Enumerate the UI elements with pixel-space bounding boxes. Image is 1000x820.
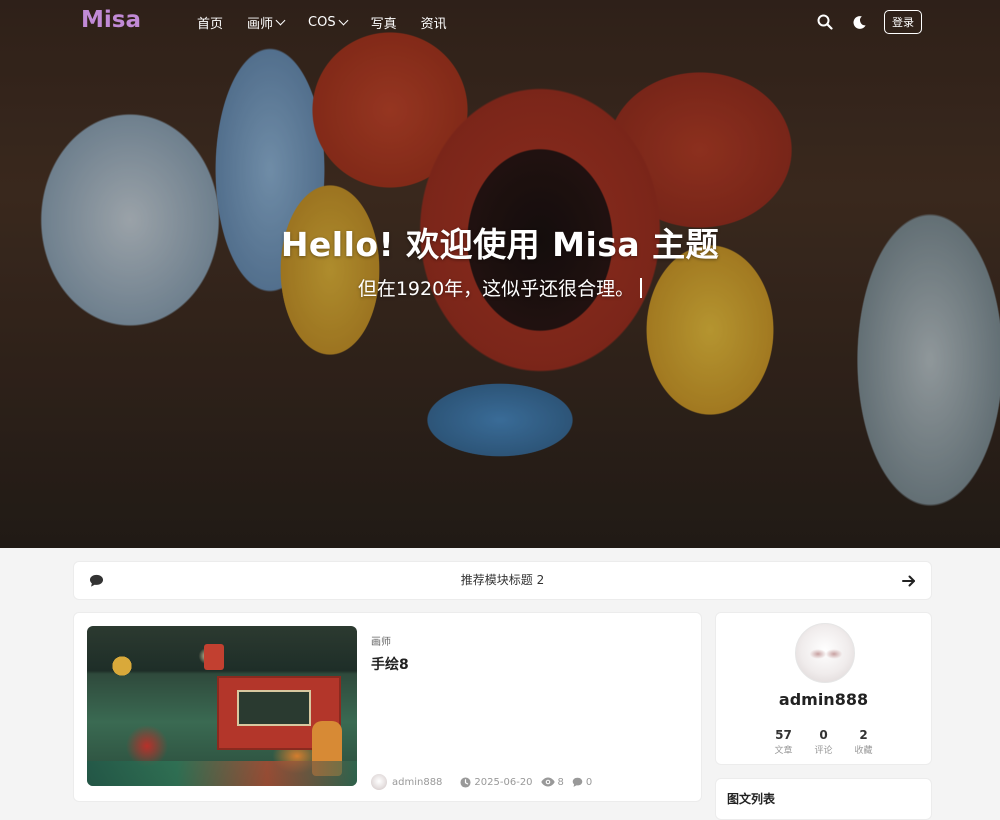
login-button[interactable]: 登录	[884, 10, 922, 34]
search-icon[interactable]	[814, 11, 836, 33]
stat-number: 0	[819, 728, 828, 742]
hero-title: Hello! 欢迎使用 Misa 主题	[280, 225, 720, 264]
stat-number: 57	[775, 728, 792, 742]
post-author[interactable]: admin888	[371, 774, 442, 790]
avatar	[371, 774, 387, 790]
post-category[interactable]: 画师	[371, 633, 391, 648]
menu-item-news[interactable]: 资讯	[421, 13, 447, 32]
thumb-lantern	[204, 644, 224, 670]
post-thumbnail[interactable]	[87, 626, 357, 786]
stat-comments: 0 评论	[814, 728, 832, 756]
recommend-title: 推荐模块标题 2	[460, 573, 545, 587]
menu-item-label: COS	[308, 15, 336, 30]
profile-username[interactable]: admin888	[716, 690, 931, 709]
comment-icon	[572, 777, 583, 787]
menu-item-photo[interactable]: 写真	[371, 13, 397, 32]
post-meta: admin888 2025-06-20 8 0	[371, 774, 592, 790]
menu-item-home[interactable]: 首页	[197, 13, 223, 32]
chevron-down-icon	[338, 15, 349, 26]
profile-stats: 57 文章 0 评论 2 收藏	[716, 728, 931, 756]
clock-icon	[460, 776, 471, 788]
stat-favorites: 2 收藏	[855, 728, 873, 756]
post-comments-count: 0	[585, 776, 593, 788]
avatar[interactable]	[795, 623, 855, 683]
post-views: 8	[540, 776, 564, 788]
menu-item-label: 首页	[197, 17, 224, 32]
author-name: admin888	[392, 776, 443, 788]
hero-banner: Hello! 欢迎使用 Misa 主题 但在1920年，这似乎还很合理。	[0, 0, 1000, 548]
widget-card: 图文列表	[715, 778, 932, 820]
profile-card: admin888 57 文章 0 评论 2 收藏	[715, 612, 932, 765]
stat-posts: 57 文章	[774, 728, 792, 756]
post-date-text: 2025-06-20	[474, 776, 533, 788]
widget-title: 图文列表	[727, 792, 776, 806]
stat-label: 收藏	[854, 746, 873, 756]
menu-item-label: 资讯	[420, 17, 447, 32]
post-views-count: 8	[557, 776, 564, 788]
post-title[interactable]: 手绘8	[371, 654, 409, 674]
moon-icon[interactable]	[848, 11, 870, 33]
stat-number: 2	[859, 728, 868, 742]
top-navbar: Misa 首页 画师 COS 写真 资讯 登录	[0, 0, 1000, 44]
menu-item-label: 写真	[370, 17, 397, 32]
site-logo[interactable]: Misa	[81, 7, 141, 33]
stat-label: 文章	[774, 746, 793, 756]
chevron-down-icon	[275, 15, 286, 26]
post-date: 2025-06-20	[460, 776, 533, 788]
typing-caret	[640, 278, 643, 298]
arrow-right-icon[interactable]	[902, 573, 916, 592]
recommend-bar[interactable]: 推荐模块标题 2	[73, 561, 932, 600]
menu-item-label: 画师	[247, 17, 274, 32]
hero-subtitle-text: 但在1920年，这似乎还很合理。	[357, 278, 635, 300]
menu-item-artist[interactable]: 画师	[247, 13, 286, 32]
post-comments: 0	[572, 777, 592, 788]
post-card[interactable]: 画师 手绘8 admin888 2025-06-20 8 0	[73, 612, 702, 802]
eye-icon	[540, 777, 555, 787]
thumb-strip	[87, 761, 357, 786]
stat-label: 评论	[814, 746, 833, 756]
hero-text: Hello! 欢迎使用 Misa 主题 但在1920年，这似乎还很合理。	[0, 218, 1000, 301]
nav-actions: 登录	[814, 10, 922, 34]
main-menu: 首页 画师 COS 写真 资讯	[197, 13, 471, 32]
menu-item-cos[interactable]: COS	[308, 13, 349, 32]
hero-subtitle: 但在1920年，这似乎还很合理。	[0, 274, 1000, 301]
